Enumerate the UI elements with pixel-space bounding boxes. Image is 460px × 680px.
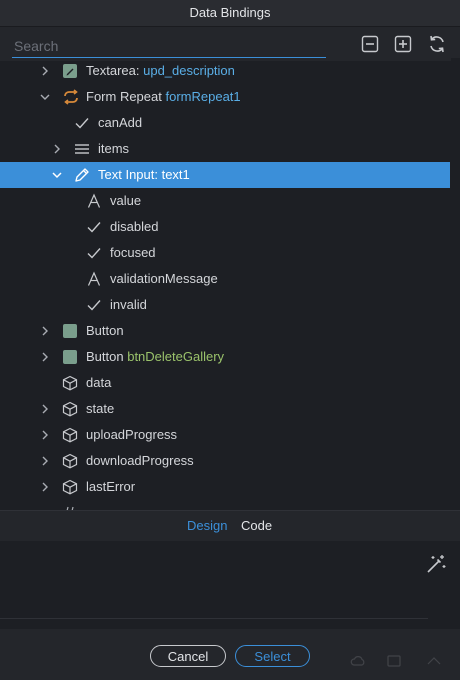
tree-row-last-error[interactable]: lastError	[0, 474, 450, 500]
checkmark-icon	[75, 118, 89, 129]
expand-all-icon[interactable]	[394, 35, 412, 53]
tree-row-text-input[interactable]: Text Input: text1	[0, 162, 450, 188]
cube-icon	[62, 479, 78, 495]
tree-row-label: canAdd	[98, 115, 143, 130]
tree-row-label: value	[110, 193, 142, 208]
checkmark-icon	[87, 300, 101, 311]
chevron-right-icon[interactable]	[51, 143, 63, 155]
tree-scrollbar[interactable]	[451, 58, 460, 510]
tree-row-state[interactable]: state	[0, 396, 450, 422]
chevron-up-icon	[427, 657, 441, 665]
chevron-right-icon[interactable]	[39, 65, 51, 77]
tree-row-label: Button	[86, 349, 124, 364]
chevron-right-icon[interactable]	[39, 403, 51, 415]
box-icon	[387, 655, 401, 667]
text-a-icon	[87, 193, 101, 208]
tree-row-disabled[interactable]: disabled	[0, 214, 450, 240]
editor-tabs: Design Code	[0, 510, 460, 541]
chevron-right-icon[interactable]	[39, 429, 51, 441]
tree-row-label: invalid	[110, 297, 147, 312]
magic-wand-icon[interactable]	[425, 553, 447, 575]
tree-row-focused[interactable]: focused	[0, 240, 450, 266]
tree-row-form-repeat[interactable]: Form Repeat formRepeat1	[0, 84, 450, 110]
tree-row-canadd[interactable]: canAdd	[0, 110, 450, 136]
list-icon	[75, 144, 89, 154]
window-title: Data Bindings	[0, 0, 460, 27]
pencil-icon	[75, 168, 89, 182]
tree-row-items[interactable]: items	[0, 136, 450, 162]
tree-row-label: items	[98, 141, 130, 156]
tree-row-download-progress[interactable]: downloadProgress	[0, 448, 450, 474]
chevron-right-icon[interactable]	[39, 455, 51, 467]
tree-row-id: formRepeat1	[165, 89, 241, 104]
chevron-down-icon[interactable]	[51, 169, 63, 181]
cube-icon	[62, 375, 78, 391]
tree-row-label: Form Repeat	[86, 89, 162, 104]
tree-row-invalid[interactable]: invalid	[0, 292, 450, 318]
collapse-all-icon[interactable]	[361, 35, 379, 53]
tree-row-label: state	[86, 401, 115, 416]
search-input[interactable]	[12, 35, 326, 58]
tree-row-button[interactable]: Button	[0, 318, 450, 344]
tree-row-label: validationMessage	[110, 271, 218, 286]
cube-icon	[62, 401, 78, 417]
tree-row-label: focused	[110, 245, 156, 260]
tree-row-value[interactable]: value	[0, 188, 450, 214]
tree-row-upload-progress[interactable]: uploadProgress	[0, 422, 450, 448]
chevron-right-icon[interactable]	[39, 325, 51, 337]
tab-code[interactable]: Code	[241, 511, 272, 541]
tree-row-label: Textarea:	[86, 63, 140, 78]
tree-row-label: uploadProgress	[86, 427, 178, 442]
tree-row-validation-message[interactable]: validationMessage	[0, 266, 450, 292]
expression-editor[interactable]	[0, 541, 460, 629]
refresh-icon[interactable]	[427, 34, 447, 54]
tree-row-id: btnDeleteGallery	[127, 349, 225, 364]
tree-row-textarea[interactable]: Textarea: upd_description	[0, 58, 450, 84]
select-button[interactable]: Select	[235, 645, 310, 667]
cube-icon	[62, 453, 78, 469]
checkmark-icon	[87, 222, 101, 233]
toolbar	[0, 27, 460, 61]
cloud-icon	[350, 656, 365, 666]
checkmark-icon	[87, 248, 101, 259]
tree-row-label: Button	[86, 323, 124, 338]
cube-icon	[62, 427, 78, 443]
tree-row-button-delete-gallery[interactable]: Button btnDeleteGallery	[0, 344, 450, 370]
tree-row-clipped	[0, 500, 450, 510]
textarea-icon	[63, 64, 77, 78]
tree-row-label: disabled	[110, 219, 159, 234]
chevron-down-icon[interactable]	[39, 91, 51, 103]
tree-row-label: data	[86, 375, 112, 390]
tree-row-label: downloadProgress	[86, 453, 194, 468]
button-icon	[63, 324, 77, 338]
tab-design[interactable]: Design	[187, 511, 227, 541]
bindings-tree: Textarea: upd_description Form Repeat fo…	[0, 58, 460, 510]
tree-row-data[interactable]: data	[0, 370, 450, 396]
chevron-right-icon[interactable]	[39, 481, 51, 493]
tree-row-id: upd_description	[143, 63, 235, 78]
tree-row-label: lastError	[86, 479, 136, 494]
dialog-footer: Cancel Select	[0, 629, 460, 680]
editor-divider	[0, 618, 428, 619]
repeat-icon	[64, 89, 78, 105]
cancel-button[interactable]: Cancel	[150, 645, 226, 667]
chevron-right-icon[interactable]	[39, 351, 51, 363]
text-a-icon	[87, 271, 101, 286]
button-icon	[63, 350, 77, 364]
tree-row-label: Text Input: text1	[98, 167, 190, 182]
